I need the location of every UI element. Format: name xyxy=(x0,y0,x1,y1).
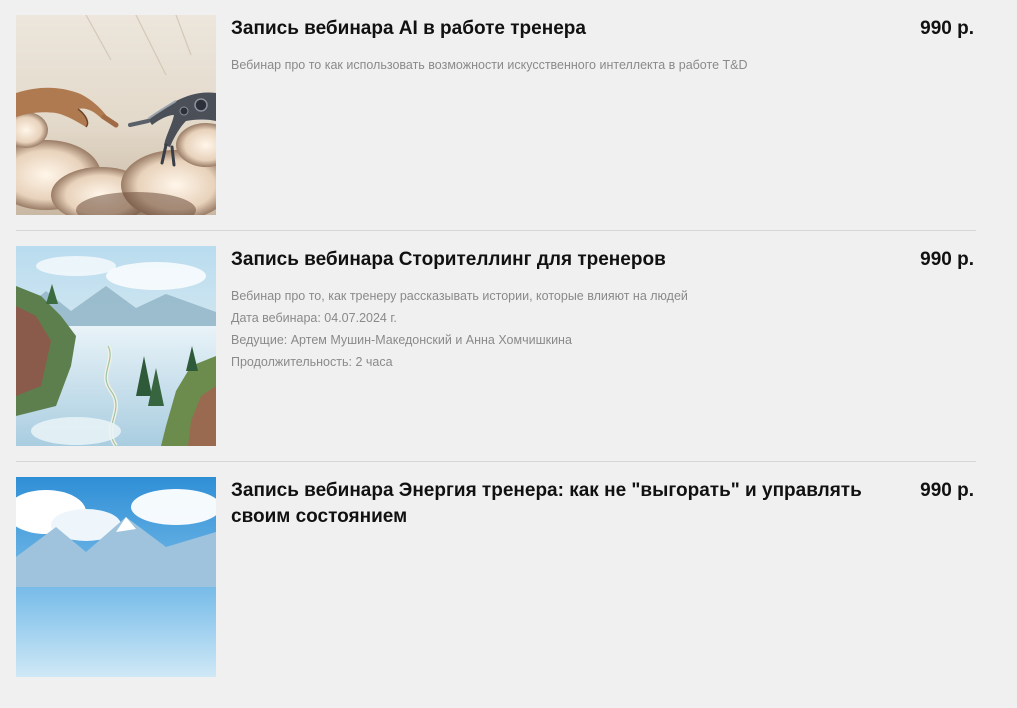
product-image-ai[interactable] xyxy=(16,15,216,215)
creation-of-adam-illustration xyxy=(16,15,216,215)
product-info: Запись вебинара Сторителлинг для тренеро… xyxy=(216,247,920,373)
product-description: Вебинар про то, как тренеру рассказывать… xyxy=(231,289,688,303)
product-title[interactable]: Запись вебинара Сторителлинг для тренеро… xyxy=(231,247,904,273)
product-card[interactable]: Запись вебинара Сторителлинг для тренеро… xyxy=(16,246,976,462)
product-description: Вебинар про то как использовать возможно… xyxy=(231,58,748,72)
webinar-duration: Продолжительность: 2 часа xyxy=(231,355,393,369)
product-price: 990 р. xyxy=(920,249,974,270)
product-list: Запись вебинара AI в работе тренера Веби… xyxy=(16,15,976,708)
product-card[interactable]: Запись вебинара AI в работе тренера Веби… xyxy=(16,15,976,231)
product-image-energy[interactable] xyxy=(16,477,216,677)
webinar-hosts: Ведущие: Артем Мушин-Македонский и Анна … xyxy=(231,333,572,347)
product-price: 990 р. xyxy=(920,18,974,39)
product-title[interactable]: Запись вебинара AI в работе тренера xyxy=(231,16,904,42)
product-title[interactable]: Запись вебинара Энергия тренера: как не … xyxy=(231,478,904,530)
product-price: 990 р. xyxy=(920,480,974,501)
product-info: Запись вебинара AI в работе тренера Веби… xyxy=(216,16,920,76)
product-image-storytelling[interactable] xyxy=(16,246,216,446)
sky-mountains-illustration xyxy=(16,477,216,677)
webinar-date: Дата вебинара: 04.07.2024 г. xyxy=(231,311,397,325)
product-info: Запись вебинара Энергия тренера: как не … xyxy=(216,478,920,542)
mountain-valley-illustration xyxy=(16,246,216,446)
product-card[interactable]: Запись вебинара Энергия тренера: как не … xyxy=(16,477,976,677)
